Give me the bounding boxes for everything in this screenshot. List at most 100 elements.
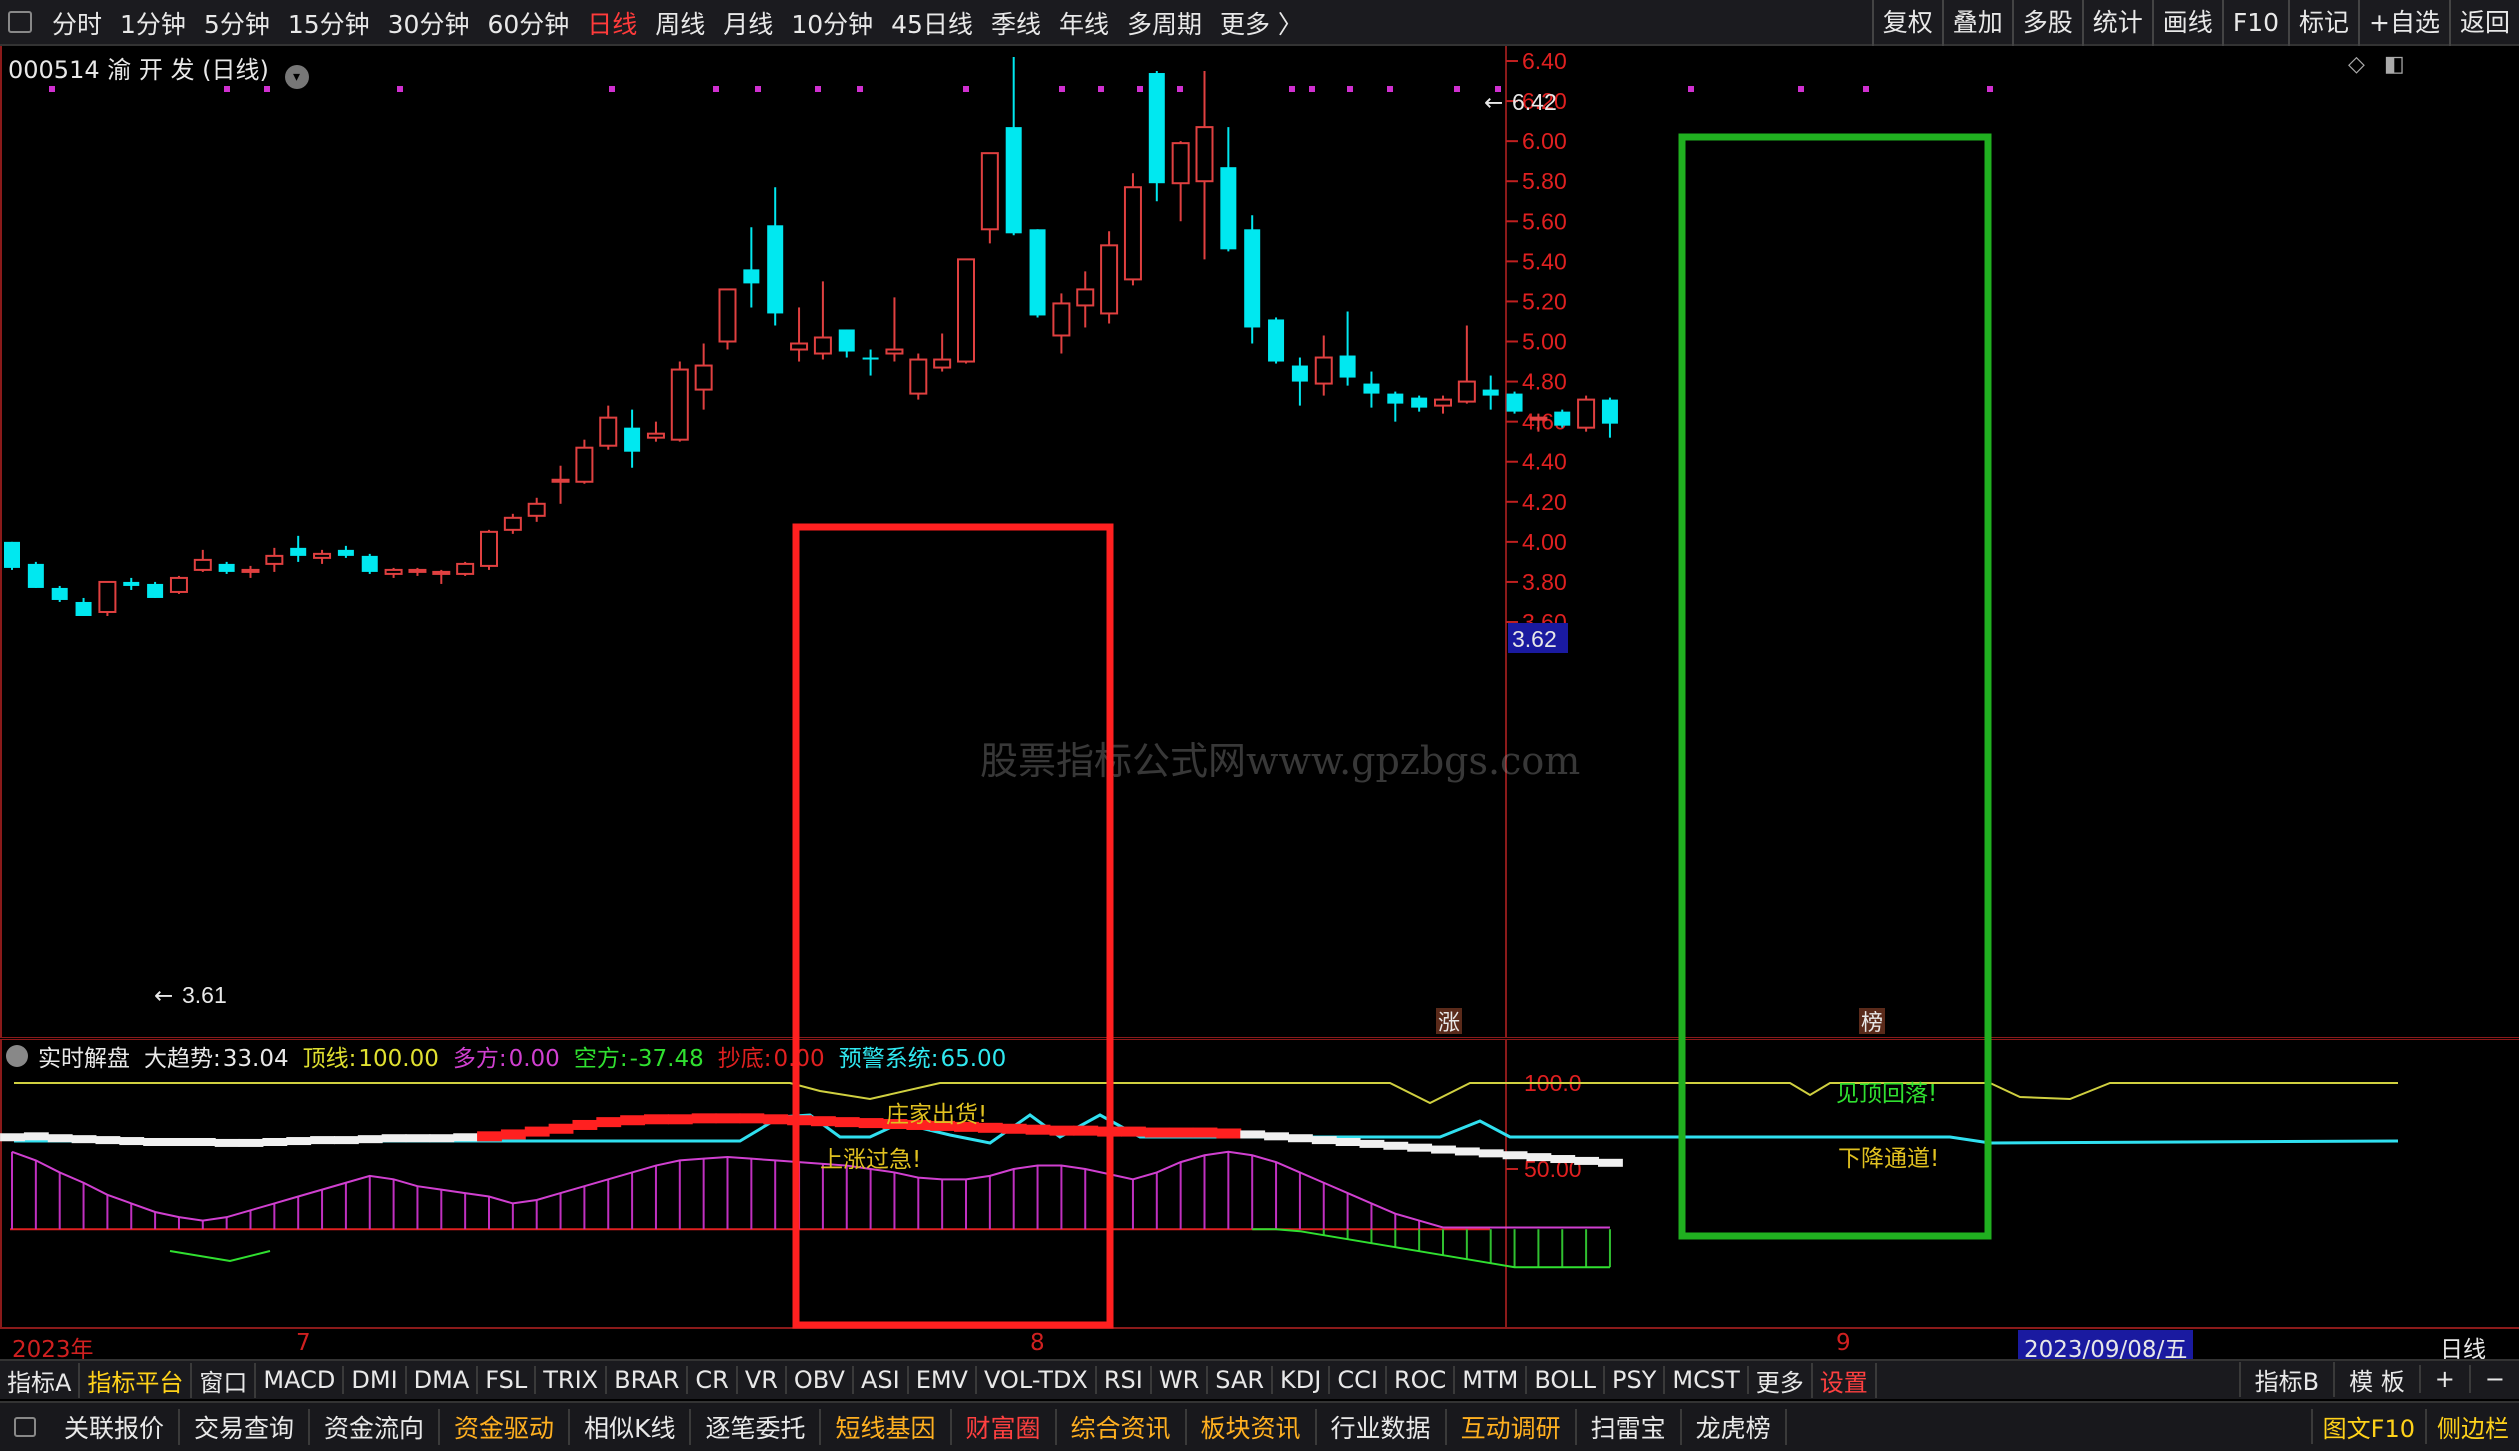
tool-button-2[interactable]: 多股 [2011,0,2082,46]
tab-period-10[interactable]: 45日线 [891,5,973,41]
candle[interactable] [980,152,999,244]
tab-period-8[interactable]: 月线 [723,5,773,41]
candle[interactable] [1123,173,1142,286]
function-right-0[interactable]: 图文F10 [2310,1408,2425,1444]
tab-indicator-15[interactable]: RSI [1097,1366,1152,1394]
candle[interactable] [813,281,832,360]
candle[interactable] [1434,395,1452,414]
tab-period-2[interactable]: 5分钟 [204,5,270,41]
tab-indicator-0[interactable]: 指标A [0,1362,81,1398]
tab-indicator-4[interactable]: DMI [344,1366,407,1394]
function-button-12[interactable]: 扫雷宝 [1577,1409,1682,1445]
function-button-7[interactable]: 财富圈 [952,1409,1057,1445]
function-button-9[interactable]: 板块资讯 [1187,1409,1317,1445]
candle[interactable] [51,585,68,602]
candle[interactable] [718,288,737,350]
tab-period-9[interactable]: 10分钟 [791,5,873,41]
tool-button-8[interactable]: 返回 [2448,0,2519,46]
candle[interactable] [456,561,475,576]
tab-indicator-19[interactable]: CCI [1330,1366,1387,1394]
tab-indicator-26[interactable]: 设置 [1813,1362,1877,1398]
function-button-11[interactable]: 互动调研 [1447,1409,1577,1445]
candle[interactable] [1554,409,1571,428]
candle[interactable] [1339,311,1356,386]
candle[interactable] [75,597,92,616]
tool-button-6[interactable]: 标记 [2288,0,2358,46]
tool-button-4[interactable]: 画线 [2151,0,2222,46]
candle[interactable] [290,535,307,562]
function-button-13[interactable]: 龙虎榜 [1682,1409,1787,1445]
tab-period-12[interactable]: 年线 [1059,5,1109,41]
tab-period-11[interactable]: 季线 [991,5,1041,41]
candle[interactable] [432,569,451,584]
candle[interactable] [1195,71,1214,260]
tab-period-6[interactable]: 日线 [587,5,637,41]
tab-indicator-11[interactable]: OBV [787,1366,854,1394]
tool-button-5[interactable]: F10 [2221,0,2288,46]
tab-indicator-24[interactable]: MCST [1665,1366,1749,1394]
candle[interactable] [694,343,713,410]
tab-indicator-23[interactable]: PSY [1605,1366,1666,1394]
candle[interactable] [1363,371,1380,408]
candle[interactable] [1171,141,1190,222]
function-button-2[interactable]: 资金流向 [310,1409,441,1445]
candle[interactable] [1005,56,1022,236]
function-button-4[interactable]: 相似K线 [570,1409,692,1445]
candle[interactable] [98,580,117,616]
candlestick-chart[interactable]: 6.406.206.005.805.605.405.205.004.804.60… [0,46,2519,1038]
candle[interactable] [218,561,235,574]
candle[interactable] [624,409,641,468]
tab-indicator-8[interactable]: BRAR [607,1366,689,1394]
candle[interactable] [527,497,546,522]
tab-indicator-6[interactable]: FSL [478,1366,537,1394]
tool-button-0[interactable]: 复权 [1871,0,1942,46]
candle[interactable] [743,227,760,308]
tab-period-7[interactable]: 周线 [655,5,705,41]
tool-button-1[interactable]: 叠加 [1941,0,2012,46]
tab-indicator-10[interactable]: VR [738,1366,787,1394]
tab-period-0[interactable]: 分时 [52,5,102,41]
candle[interactable] [169,575,188,594]
tab-period-3[interactable]: 15分钟 [288,5,370,41]
tab-indicator-1[interactable]: 指标平台 [80,1362,193,1398]
function-button-8[interactable]: 综合资讯 [1057,1409,1187,1445]
function-button-6[interactable]: 短线基因 [821,1409,952,1445]
candle[interactable] [480,529,498,570]
candle[interactable] [1291,357,1308,406]
candle[interactable] [575,439,594,484]
candle[interactable] [384,567,403,578]
tab-indicator-20[interactable]: ROC [1387,1366,1456,1394]
candle[interactable] [767,187,784,326]
candle[interactable] [1577,395,1596,432]
candle[interactable] [551,465,570,504]
tab-period-5[interactable]: 60分钟 [487,5,569,41]
function-button-5[interactable]: 逐笔委托 [691,1409,822,1445]
tab-indicator-right-2[interactable]: + [2418,1365,2469,1393]
tab-indicator-3[interactable]: MACD [256,1366,345,1394]
tab-indicator-16[interactable]: WR [1152,1366,1209,1394]
candle[interactable] [1220,127,1237,252]
tab-indicator-12[interactable]: ASI [854,1366,909,1394]
candle[interactable] [1100,231,1119,324]
candle[interactable] [933,333,952,372]
candle[interactable] [1314,335,1333,396]
candle[interactable] [670,361,689,442]
candle[interactable] [503,513,522,534]
tab-period-14[interactable]: 更多 〉 [1220,5,1303,41]
tab-indicator-2[interactable]: 窗口 [192,1362,257,1398]
tab-indicator-21[interactable]: MTM [1455,1366,1528,1394]
function-button-3[interactable]: 资金驱动 [440,1409,571,1445]
candle[interactable] [193,549,212,572]
candle[interactable] [1029,229,1046,318]
tab-period-1[interactable]: 1分钟 [120,5,186,41]
candle[interactable] [957,258,975,364]
tool-button-7[interactable]: +自选 [2358,0,2449,46]
tab-indicator-right-0[interactable]: 指标B [2238,1361,2333,1397]
tab-indicator-22[interactable]: BOLL [1527,1366,1606,1394]
system-menu-icon[interactable] [8,11,32,33]
candle[interactable] [1482,375,1499,410]
tab-indicator-25[interactable]: 更多 [1749,1362,1813,1398]
candle[interactable] [1411,395,1428,412]
function-menu-icon[interactable] [14,1417,36,1437]
candle[interactable] [1387,391,1404,422]
